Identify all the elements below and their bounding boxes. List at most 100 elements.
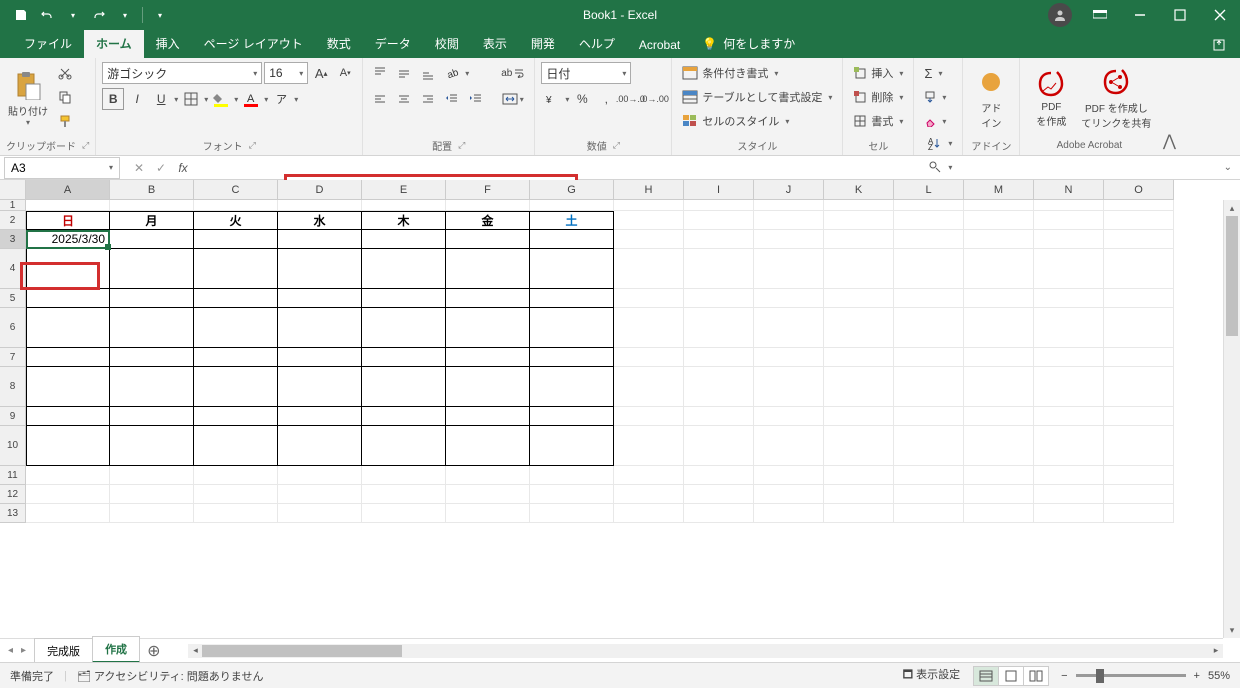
cell-F10[interactable] — [446, 426, 530, 466]
decrease-indent-icon[interactable] — [441, 88, 463, 110]
cell-O5[interactable] — [1104, 289, 1174, 308]
cell-J11[interactable] — [754, 466, 824, 485]
cell-N10[interactable] — [1034, 426, 1104, 466]
fill-dropdown[interactable]: ▾ — [234, 95, 238, 104]
col-header-B[interactable]: B — [110, 180, 194, 200]
normal-view-button[interactable] — [973, 666, 999, 686]
cell-K11[interactable] — [824, 466, 894, 485]
fx-icon[interactable]: fx — [174, 161, 192, 175]
fill-button[interactable]: ▾ — [920, 86, 950, 108]
cell-A6[interactable] — [26, 308, 110, 348]
col-header-M[interactable]: M — [964, 180, 1034, 200]
col-header-J[interactable]: J — [754, 180, 824, 200]
pdf-share-button[interactable]: PDF を作成し てリンクを共有 — [1080, 62, 1152, 134]
row-header-4[interactable]: 4 — [0, 249, 26, 289]
tab-home[interactable]: ホーム — [84, 29, 144, 58]
number-format-combo[interactable]: 日付▾ — [541, 62, 631, 84]
cell-A4[interactable] — [26, 249, 110, 289]
row-header-11[interactable]: 11 — [0, 466, 26, 485]
border-dropdown[interactable]: ▾ — [204, 95, 208, 104]
row-header-2[interactable]: 2 — [0, 211, 26, 230]
font-name-combo[interactable]: 游ゴシック▾ — [102, 62, 262, 84]
align-middle-icon[interactable] — [393, 62, 415, 84]
cell-O12[interactable] — [1104, 485, 1174, 504]
cell-I1[interactable] — [684, 200, 754, 211]
cell-H6[interactable] — [614, 308, 684, 348]
cell-G5[interactable] — [530, 289, 614, 308]
cell-A11[interactable] — [26, 466, 110, 485]
cell-L4[interactable] — [894, 249, 964, 289]
cell-M4[interactable] — [964, 249, 1034, 289]
underline-button[interactable]: U — [150, 88, 172, 110]
cell-C3[interactable] — [194, 230, 278, 249]
zoom-in-button[interactable]: + — [1194, 670, 1200, 682]
cell-J4[interactable] — [754, 249, 824, 289]
cell-L7[interactable] — [894, 348, 964, 367]
cell-E11[interactable] — [362, 466, 446, 485]
cell-E12[interactable] — [362, 485, 446, 504]
cell-O3[interactable] — [1104, 230, 1174, 249]
cell-A2[interactable]: 日 — [26, 211, 110, 230]
cell-H9[interactable] — [614, 407, 684, 426]
cell-K7[interactable] — [824, 348, 894, 367]
font-launcher-icon[interactable]: ⤢ — [249, 140, 256, 151]
row-header-3[interactable]: 3 — [0, 230, 26, 249]
tab-insert[interactable]: 挿入 — [144, 29, 192, 58]
cell-N8[interactable] — [1034, 367, 1104, 407]
cell-B1[interactable] — [110, 200, 194, 211]
cell-I8[interactable] — [684, 367, 754, 407]
cell-K10[interactable] — [824, 426, 894, 466]
cell-G8[interactable] — [530, 367, 614, 407]
cell-H11[interactable] — [614, 466, 684, 485]
cell-I5[interactable] — [684, 289, 754, 308]
cell-J5[interactable] — [754, 289, 824, 308]
cell-K12[interactable] — [824, 485, 894, 504]
align-bottom-icon[interactable] — [417, 62, 439, 84]
cell-A8[interactable] — [26, 367, 110, 407]
cell-F4[interactable] — [446, 249, 530, 289]
cell-E4[interactable] — [362, 249, 446, 289]
cell-O1[interactable] — [1104, 200, 1174, 211]
cell-L13[interactable] — [894, 504, 964, 523]
cell-J2[interactable] — [754, 211, 824, 230]
cell-E8[interactable] — [362, 367, 446, 407]
cell-M2[interactable] — [964, 211, 1034, 230]
cell-L3[interactable] — [894, 230, 964, 249]
row-header-7[interactable]: 7 — [0, 348, 26, 367]
cell-A12[interactable] — [26, 485, 110, 504]
hscroll-thumb[interactable] — [202, 645, 402, 657]
cell-H12[interactable] — [614, 485, 684, 504]
cell-F7[interactable] — [446, 348, 530, 367]
cell-D9[interactable] — [278, 407, 362, 426]
cell-G6[interactable] — [530, 308, 614, 348]
addin-button[interactable]: アド イン — [969, 62, 1013, 134]
horizontal-scrollbar[interactable]: ◂ ▸ — [188, 644, 1223, 658]
font-color-button[interactable]: A — [240, 88, 262, 110]
ribbon-options-icon[interactable] — [1080, 0, 1120, 30]
clear-button[interactable]: ▾ — [920, 110, 950, 132]
col-header-C[interactable]: C — [194, 180, 278, 200]
cell-C8[interactable] — [194, 367, 278, 407]
save-icon[interactable] — [10, 4, 32, 26]
cell-H7[interactable] — [614, 348, 684, 367]
cell-G7[interactable] — [530, 348, 614, 367]
cell-M8[interactable] — [964, 367, 1034, 407]
undo-icon[interactable] — [36, 4, 58, 26]
cell-G1[interactable] — [530, 200, 614, 211]
cell-I3[interactable] — [684, 230, 754, 249]
cell-G11[interactable] — [530, 466, 614, 485]
cell-D4[interactable] — [278, 249, 362, 289]
cell-O13[interactable] — [1104, 504, 1174, 523]
minimize-button[interactable] — [1120, 0, 1160, 30]
cell-G3[interactable] — [530, 230, 614, 249]
cell-N3[interactable] — [1034, 230, 1104, 249]
cell-N7[interactable] — [1034, 348, 1104, 367]
cell-C7[interactable] — [194, 348, 278, 367]
find-select-button[interactable]: ▾ — [924, 156, 956, 178]
cell-G9[interactable] — [530, 407, 614, 426]
cell-F1[interactable] — [446, 200, 530, 211]
cell-D12[interactable] — [278, 485, 362, 504]
cell-B8[interactable] — [110, 367, 194, 407]
cell-M7[interactable] — [964, 348, 1034, 367]
cell-K8[interactable] — [824, 367, 894, 407]
